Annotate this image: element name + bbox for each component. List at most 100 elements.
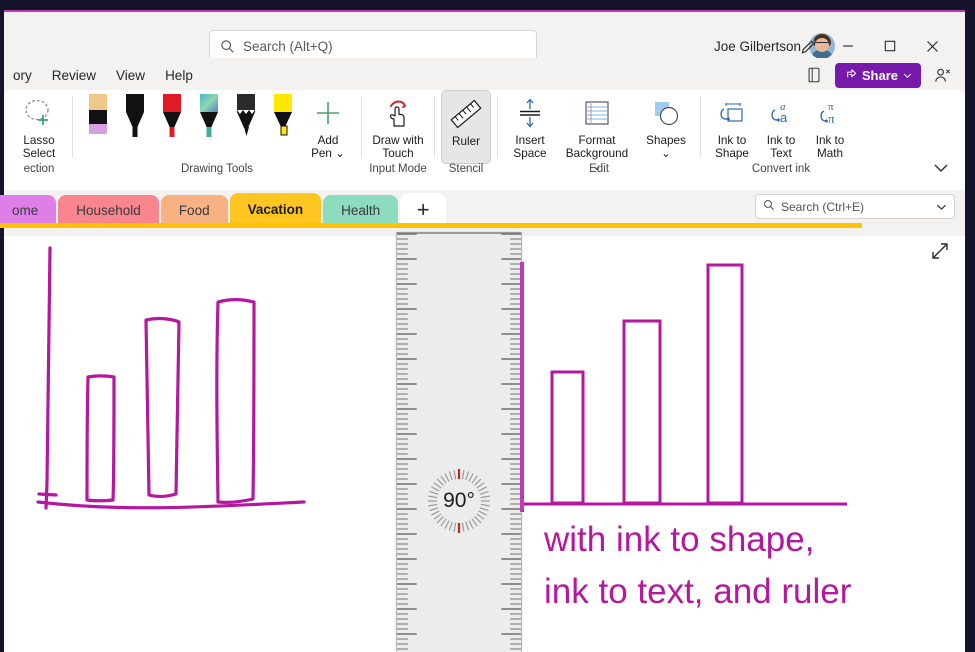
onenote-window: Search (Alt+Q) Joe Gilbertson ory Review… — [0, 0, 975, 652]
section-tab-household[interactable]: Household — [58, 195, 159, 226]
menu-item-review[interactable]: Review — [43, 63, 105, 88]
ruler-angle-label: 90° — [443, 489, 475, 512]
menu-bar-right-actions: Share — [801, 58, 955, 92]
section-tab-underline — [0, 223, 862, 228]
page-search-placeholder: Search (Ctrl+E) — [781, 199, 865, 214]
shapes-label: Shapes — [646, 134, 686, 147]
section-tab-health[interactable]: Health — [323, 195, 399, 226]
window-frame-right — [965, 0, 975, 652]
converted-caption-line-1: with ink to shape, — [544, 520, 815, 559]
ruler-tick-marks — [397, 233, 521, 650]
section-tab-label: ome — [12, 203, 39, 218]
search-icon — [220, 39, 235, 54]
ribbon-group-label-input-mode: Input Mode — [369, 163, 427, 175]
section-tab-label: Household — [76, 203, 141, 218]
add-pen-label-1: Add — [317, 134, 339, 147]
section-tab-home[interactable]: ome — [0, 195, 57, 226]
section-tab-food[interactable]: Food — [160, 195, 228, 226]
pen-galaxy[interactable] — [194, 90, 224, 138]
ink-to-text-label-1: Ink to — [766, 134, 796, 147]
ribbon-group-label-selection: ection — [23, 163, 55, 175]
ink-to-shape-icon — [716, 94, 748, 132]
ribbon-group-convert-ink: Ink to Shape a a Ink to Text π π Ink to … — [701, 90, 861, 184]
insert-space-icon — [515, 94, 545, 132]
ribbon-group-label-edit: Edit — [589, 163, 609, 175]
ribbon-group-label-stencil: Stencil — [448, 163, 484, 175]
lasso-select-icon — [22, 94, 56, 132]
add-pen-button[interactable]: Add Pen ⌄ — [305, 90, 351, 160]
ribbon-group-label-drawing-tools: Drawing Tools — [180, 163, 253, 175]
share-label: Share — [861, 67, 898, 83]
search-icon — [763, 198, 775, 216]
notebook-icon[interactable] — [801, 62, 827, 88]
ruler-icon — [449, 95, 483, 133]
ink-to-math-icon: π π — [814, 94, 846, 132]
plus-icon — [313, 94, 343, 132]
svg-text:π: π — [828, 111, 835, 126]
pen-pencil[interactable] — [231, 90, 261, 138]
share-button[interactable]: Share — [834, 62, 921, 88]
converted-bar-chart — [516, 263, 847, 506]
ink-to-text-button[interactable]: a a Ink to Text — [759, 90, 803, 160]
pen-highlighter[interactable] — [268, 90, 298, 138]
section-tab-label: Health — [341, 203, 381, 218]
ink-to-shape-button[interactable]: Ink to Shape — [709, 90, 755, 160]
ruler-ink-edge-highlight — [520, 262, 524, 512]
global-search-placeholder: Search (Alt+Q) — [243, 38, 333, 54]
ribbon-group-label-convert-ink: Convert ink — [751, 163, 811, 175]
draw-with-touch-button[interactable]: Draw with Touch — [368, 90, 428, 160]
title-bar: Search (Alt+Q) Joe Gilbertson — [4, 12, 965, 62]
section-tab-label: Vacation — [247, 202, 304, 217]
ink-to-text-icon: a a — [765, 94, 797, 132]
shapes-icon — [651, 94, 681, 132]
chevron-down-icon: ⌄ — [661, 147, 671, 160]
menu-item-history[interactable]: ory — [4, 63, 41, 88]
converted-caption-right: with ink to shape, ink to text, and rule… — [544, 514, 851, 618]
draw-with-touch-label-2: Touch — [382, 147, 414, 160]
menu-item-help[interactable]: Help — [156, 63, 202, 88]
insert-space-label-2: Space — [513, 147, 547, 160]
converted-caption-line-2: ink to text, and ruler — [544, 572, 852, 611]
ribbon-group-input-mode: Draw with Touch Input Mode — [362, 90, 434, 184]
ruler-angle-dial[interactable]: 90° — [422, 464, 496, 538]
handdrawn-bar-chart — [36, 246, 306, 510]
ruler-button[interactable]: Ruler — [441, 90, 491, 164]
section-tab-vacation[interactable]: Vacation — [229, 193, 322, 226]
insert-space-button[interactable]: Insert Space — [506, 90, 554, 160]
svg-text:a: a — [780, 110, 788, 125]
ink-to-text-label-2: Text — [770, 147, 792, 160]
format-background-icon — [582, 94, 612, 132]
ribbon-group-selection: Lasso Select ection — [6, 90, 72, 184]
ruler-stencil[interactable]: 90° — [396, 232, 524, 652]
add-people-icon[interactable] — [929, 62, 955, 88]
add-section-button[interactable]: + — [400, 193, 447, 226]
menu-item-view[interactable]: View — [107, 63, 154, 88]
draw-with-touch-label-1: Draw with — [372, 134, 424, 147]
format-background-button[interactable]: Format Background ⌄ — [560, 90, 634, 173]
format-background-label-2: Background — [565, 147, 629, 160]
ink-to-shape-label-2: Shape — [715, 147, 749, 160]
draw-with-touch-icon — [381, 94, 415, 132]
ink-to-shape-label-1: Ink to — [717, 134, 747, 147]
pen-red[interactable] — [157, 90, 187, 138]
chevron-down-icon[interactable] — [936, 198, 947, 216]
ink-to-math-button[interactable]: π π Ink to Math — [807, 90, 853, 160]
add-pen-label-2: Pen — [311, 147, 332, 160]
lasso-select-label-1: Lasso — [23, 134, 55, 147]
chevron-down-icon — [903, 68, 912, 83]
ink-to-math-label-1: Ink to — [815, 134, 845, 147]
ribbon-toolbar: Lasso Select ection Add Pen ⌄ Drawing To… — [4, 90, 965, 190]
ribbon-collapse-button[interactable] — [933, 160, 949, 178]
shapes-button[interactable]: Shapes ⌄ — [640, 90, 692, 160]
insert-space-label-1: Insert — [515, 134, 545, 147]
user-name-label: Joe Gilbertson — [713, 38, 801, 54]
ribbon-group-stencil: Ruler Stencil — [435, 90, 497, 184]
section-tab-label: Food — [178, 203, 210, 218]
pen-eraser[interactable] — [83, 90, 113, 138]
ribbon-group-edit: Insert Space Format Background ⌄ Shapes … — [498, 90, 700, 184]
ruler-label: Ruler — [452, 135, 480, 148]
lasso-select-button[interactable]: Lasso Select — [12, 90, 66, 160]
page-search-box[interactable]: Search (Ctrl+E) — [755, 194, 955, 219]
ink-to-math-label-2: Math — [817, 147, 843, 160]
pen-black[interactable] — [120, 90, 150, 138]
